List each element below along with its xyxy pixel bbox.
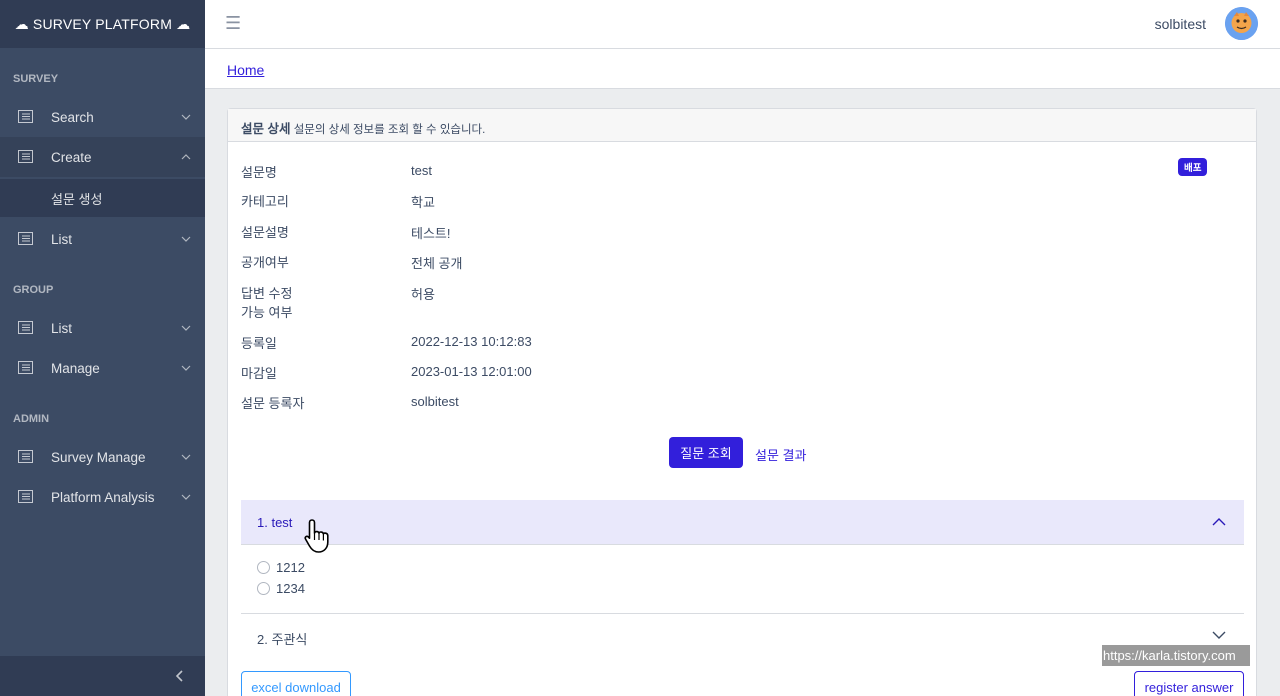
chevron-up-icon [1212, 518, 1226, 526]
nav-title-group: GROUP [13, 284, 54, 296]
view-questions-button[interactable]: 질문 조회 [669, 437, 743, 468]
nav-title-survey: SURVEY [13, 73, 59, 85]
card-subtitle: 설문의 상세 정보를 조회 할 수 있습니다. [293, 124, 486, 136]
sidebar-item-group-manage[interactable]: Manage [0, 348, 205, 388]
chevron-down-icon [1212, 631, 1226, 639]
nav-title-admin: ADMIN [13, 413, 50, 425]
chevron-down-icon [181, 494, 191, 500]
question-accordion-2[interactable]: 2. 주관식 [241, 613, 1244, 658]
answer-option-label: 1212 [276, 560, 305, 575]
register-answer-button[interactable]: register answer [1134, 671, 1244, 696]
view-results-link[interactable]: 설문 결과 [755, 445, 806, 464]
detail-value: 전체 공개 [411, 256, 463, 271]
detail-label: 설문설명 [241, 225, 289, 240]
detail-value: test [411, 163, 432, 178]
detail-label: 마감일 [241, 366, 277, 381]
sidebar-item-label: Manage [51, 360, 100, 376]
sidebar-minimize-button[interactable] [0, 656, 205, 696]
detail-value: 허용 [411, 287, 435, 302]
card-header: 설문 상세 설문의 상세 정보를 조회 할 수 있습니다. [228, 109, 1256, 142]
sidebar-item-label: Create [51, 149, 92, 165]
answer-option-label: 1234 [276, 581, 305, 596]
detail-value: 2022-12-13 10:12:83 [411, 334, 532, 349]
card-title: 설문 상세 [241, 122, 291, 136]
list-icon [18, 110, 33, 123]
chevron-down-icon [181, 454, 191, 460]
detail-label: 답변 수정 가능 여부 [241, 284, 401, 322]
detail-value: 학교 [411, 195, 435, 210]
detail-label: 설문 등록자 [241, 396, 305, 411]
detail-label: 설문명 [241, 165, 277, 180]
brand-logo[interactable]: ☁ SURVEY PLATFORM ☁ [0, 0, 205, 48]
detail-label: 등록일 [241, 336, 277, 351]
detail-label: 카테고리 [241, 194, 289, 209]
watermark: https://karla.tistory.com [1102, 645, 1250, 666]
sidebar-item-survey-list[interactable]: List [0, 219, 205, 259]
sidebar-item-platform-analysis[interactable]: Platform Analysis [0, 477, 205, 517]
detail-value: 2023-01-13 12:01:00 [411, 364, 532, 379]
sidebar-item-create[interactable]: Create [0, 137, 205, 177]
survey-detail-card: 설문 상세 설문의 상세 정보를 조회 할 수 있습니다. 배포 설문명 tes… [227, 108, 1257, 696]
sidebar-item-label: Survey Manage [51, 449, 146, 465]
sidebar-item-label: Platform Analysis [51, 489, 155, 505]
list-icon [18, 150, 33, 163]
list-icon [18, 450, 33, 463]
sidebar-item-group-list[interactable]: List [0, 308, 205, 348]
sidebar-item-label: Search [51, 109, 94, 125]
radio-button[interactable] [257, 582, 270, 595]
detail-label: 공개여부 [241, 255, 289, 270]
answer-option[interactable]: 1234 [257, 581, 305, 596]
hamburger-icon[interactable]: ☰ [225, 13, 241, 34]
detail-label-line-1: 답변 수정 [241, 286, 293, 301]
chevron-up-icon [181, 154, 191, 160]
sidebar-subitem-create-survey[interactable]: 설문 생성 [0, 179, 205, 217]
question-accordion-1[interactable]: 1. test [241, 500, 1244, 545]
list-icon [18, 321, 33, 334]
sidebar-item-label: List [51, 231, 73, 247]
subheader: Home [205, 49, 1280, 89]
breadcrumb-home[interactable]: Home [227, 62, 264, 78]
detail-value: 테스트! [411, 226, 451, 241]
top-header: ☰ solbitest [205, 0, 1280, 49]
sidebar: ☁ SURVEY PLATFORM ☁ SURVEY Search Create… [0, 0, 205, 696]
chevron-down-icon [181, 325, 191, 331]
sidebar-item-search[interactable]: Search [0, 97, 205, 137]
chevron-down-icon [181, 365, 191, 371]
list-icon [18, 490, 33, 503]
excel-download-button[interactable]: excel download [241, 671, 351, 696]
sidebar-subitem-label: 설문 생성 [51, 191, 103, 207]
question-title: 2. 주관식 [257, 632, 308, 647]
detail-label-line-2: 가능 여부 [241, 305, 293, 320]
chevron-down-icon [181, 236, 191, 242]
hand-cursor-icon [304, 519, 329, 553]
chevron-left-icon [175, 670, 183, 682]
sidebar-item-survey-manage[interactable]: Survey Manage [0, 437, 205, 477]
list-icon [18, 361, 33, 374]
username-label: solbitest [1154, 16, 1206, 32]
avatar[interactable] [1225, 7, 1258, 40]
status-badge: 배포 [1178, 158, 1208, 176]
sidebar-item-label: List [51, 320, 73, 336]
question-title: 1. test [257, 515, 293, 530]
chevron-down-icon [181, 114, 191, 120]
detail-value: solbitest [411, 394, 459, 409]
list-icon [18, 232, 33, 245]
answer-option[interactable]: 1212 [257, 560, 305, 575]
radio-button[interactable] [257, 561, 270, 574]
